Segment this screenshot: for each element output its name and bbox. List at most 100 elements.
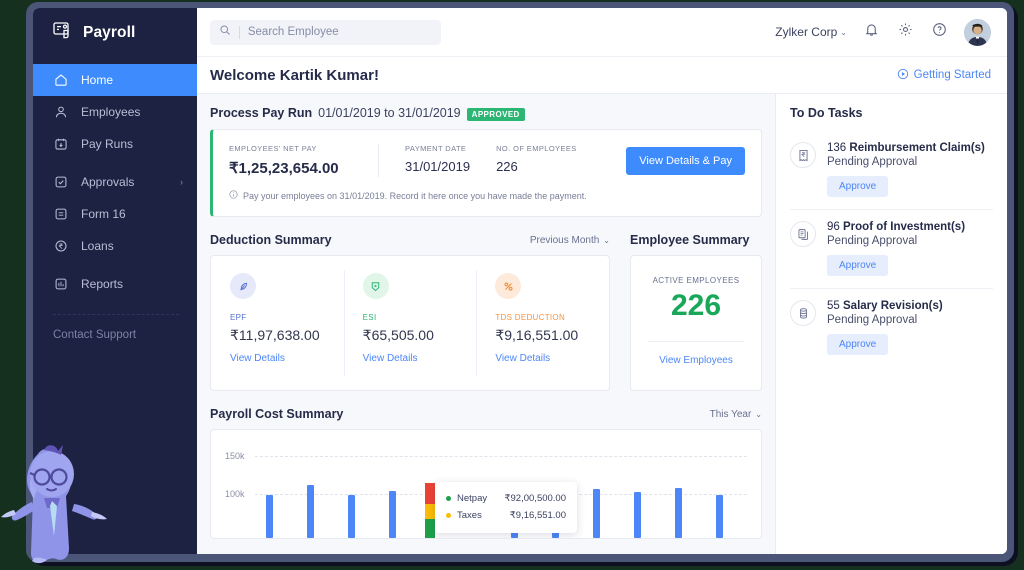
deduction-card: EPF ₹11,97,638.00 View Details ESI ₹65,5… [210, 255, 610, 391]
sidebar-item-label: Home [81, 73, 114, 87]
chart-period-dropdown[interactable]: This Year ⌄ [710, 409, 762, 420]
gridline-150k [255, 456, 747, 457]
shield-icon-badge [362, 273, 389, 299]
todo-headline: 96 Proof of Investment(s) [827, 221, 965, 233]
sidebar: Payroll Home Employees Pay Runs Approval… [33, 8, 197, 554]
chevron-down-icon: ⌄ [840, 27, 847, 37]
content-area: Process Pay Run 01/01/2019 to 31/01/2019… [197, 94, 1007, 554]
payroll-logo-icon [53, 21, 74, 44]
deduction-header: Deduction Summary Previous Month ⌄ [210, 233, 610, 247]
approve-button[interactable]: Approve [827, 334, 889, 355]
avatar[interactable] [964, 18, 991, 46]
sidebar-item-pay-runs[interactable]: Pay Runs [33, 128, 197, 160]
todo-item-salary-revision: 55 Salary Revision(s) Pending Approval A… [790, 289, 993, 367]
sidebar-item-employees[interactable]: Employees [33, 96, 197, 128]
stat-net-pay: EMPLOYEES' NET PAY ₹1,25,23,654.00 [229, 144, 379, 177]
device-frame: Payroll Home Employees Pay Runs Approval… [26, 2, 1014, 562]
todo-item-proof-of-investment: 96 Proof of Investment(s) Pending Approv… [790, 210, 993, 289]
todo-name: Reimbursement Claim(s) [849, 142, 985, 154]
stat-label: EMPLOYEES' NET PAY [229, 144, 317, 153]
payrun-stats-row: EMPLOYEES' NET PAY ₹1,25,23,654.00 PAYME… [229, 144, 745, 177]
settings-button[interactable] [896, 23, 915, 42]
deduction-amount: ₹65,505.00 [362, 327, 434, 343]
chart-title: Payroll Cost Summary [210, 407, 344, 421]
search-separator [239, 25, 240, 39]
approve-button[interactable]: Approve [827, 176, 889, 197]
tooltip-row-taxes: Taxes ₹9,16,551.00 [446, 507, 566, 524]
deduction-title: Deduction Summary [210, 233, 332, 247]
payrun-note-text: Pay your employees on 31/01/2019. Record… [243, 190, 587, 201]
approve-button[interactable]: Approve [827, 255, 889, 276]
deduction-item-tds: TDS DEDUCTION ₹9,16,551.00 View Details [476, 256, 609, 390]
view-employees-link[interactable]: View Employees [659, 355, 733, 366]
deduction-period-dropdown[interactable]: Previous Month ⌄ [530, 235, 610, 246]
sidebar-item-form-16[interactable]: Form 16 [33, 198, 197, 230]
mid-row: Deduction Summary Previous Month ⌄ EPF ₹… [210, 233, 762, 391]
getting-started-link[interactable]: Getting Started [897, 68, 991, 83]
brand-logo[interactable]: Payroll [33, 8, 197, 57]
todo-count: 55 [827, 300, 840, 312]
payrun-period: 01/01/2019 to 31/01/2019 [318, 106, 461, 120]
view-details-link[interactable]: View Details [495, 353, 609, 364]
todo-item-reimbursement: 136 Reimbursement Claim(s) Pending Appro… [790, 131, 993, 210]
notifications-button[interactable] [862, 23, 881, 42]
payroll-cost-summary-section: Payroll Cost Summary This Year ⌄ 150k 10… [210, 407, 762, 539]
gear-icon [898, 22, 913, 42]
view-details-link[interactable]: View Details [230, 353, 344, 364]
user-icon [53, 105, 68, 120]
view-details-link[interactable]: View Details [363, 353, 477, 364]
content-left: Process Pay Run 01/01/2019 to 31/01/2019… [197, 94, 775, 554]
tooltip-label: Netpay [457, 493, 488, 504]
chart-header: Payroll Cost Summary This Year ⌄ [210, 407, 762, 421]
deduction-name: EPF [230, 313, 247, 322]
leaf-icon-badge [230, 273, 256, 299]
ytick-150k: 150k [225, 451, 245, 461]
legend-dot-taxes [446, 513, 451, 518]
employee-summary-title: Employee Summary [630, 233, 750, 247]
todo-name: Salary Revision(s) [843, 300, 943, 312]
sidebar-item-label: Reports [81, 277, 124, 291]
payrun-title: Process Pay Run [210, 106, 313, 120]
chart-plot-area: 150k 100k Netpay ₹92,00,500.00 Taxes ₹9,… [211, 430, 761, 538]
view-details-and-pay-button[interactable]: View Details & Pay [626, 146, 745, 175]
active-employees-label: ACTIVE EMPLOYEES [652, 276, 740, 285]
sidebar-item-contact-support[interactable]: Contact Support [33, 329, 197, 341]
chart-bar [348, 495, 355, 538]
sidebar-item-label: Employees [81, 105, 141, 119]
employee-summary-section: Employee Summary ACTIVE EMPLOYEES 226 Vi… [630, 233, 762, 391]
todo-body: 136 Reimbursement Claim(s) Pending Appro… [827, 142, 985, 197]
chart-bar [593, 489, 600, 538]
chevron-right-icon: › [180, 177, 183, 187]
chart-bar-highlighted[interactable] [425, 483, 435, 538]
deduction-item-esi: ESI ₹65,505.00 View Details [343, 256, 477, 390]
todo-count: 96 [827, 221, 840, 233]
sidebar-item-approvals[interactable]: Approvals › [33, 166, 197, 198]
sidebar-item-loans[interactable]: Loans [33, 230, 197, 262]
org-switcher[interactable]: Zylker Corp ⌄ [775, 25, 847, 39]
sidebar-item-label: Loans [81, 239, 114, 253]
sidebar-item-reports[interactable]: Reports [33, 268, 197, 300]
active-employees-count: 226 [670, 289, 722, 322]
sidebar-item-home[interactable]: Home [33, 64, 197, 96]
todo-headline: 55 Salary Revision(s) [827, 300, 943, 312]
chart-bar [675, 488, 682, 538]
deduction-amount: ₹9,16,551.00 [495, 327, 579, 343]
stat-value: 31/01/2019 [405, 159, 471, 174]
bar-chart-icon [53, 277, 68, 292]
chart-tooltip: Netpay ₹92,00,500.00 Taxes ₹9,16,551.00 [435, 482, 577, 533]
percent-icon-badge [495, 273, 522, 299]
documents-icon [790, 221, 816, 247]
status-badge: APPROVED [466, 108, 525, 121]
search-input[interactable] [247, 26, 432, 38]
play-circle-icon [897, 68, 909, 83]
bar-segment-deductions [425, 503, 435, 519]
user-avatar [964, 18, 991, 46]
search-container[interactable] [210, 19, 441, 45]
app-screen: Payroll Home Employees Pay Runs Approval… [33, 8, 1007, 554]
help-button[interactable] [930, 23, 949, 42]
stat-no-of-employees: NO. OF EMPLOYEES 226 [496, 144, 603, 174]
chart-bar [266, 495, 273, 538]
todo-name: Proof of Investment(s) [843, 221, 966, 233]
tooltip-label: Taxes [457, 510, 482, 521]
divider [648, 340, 744, 342]
